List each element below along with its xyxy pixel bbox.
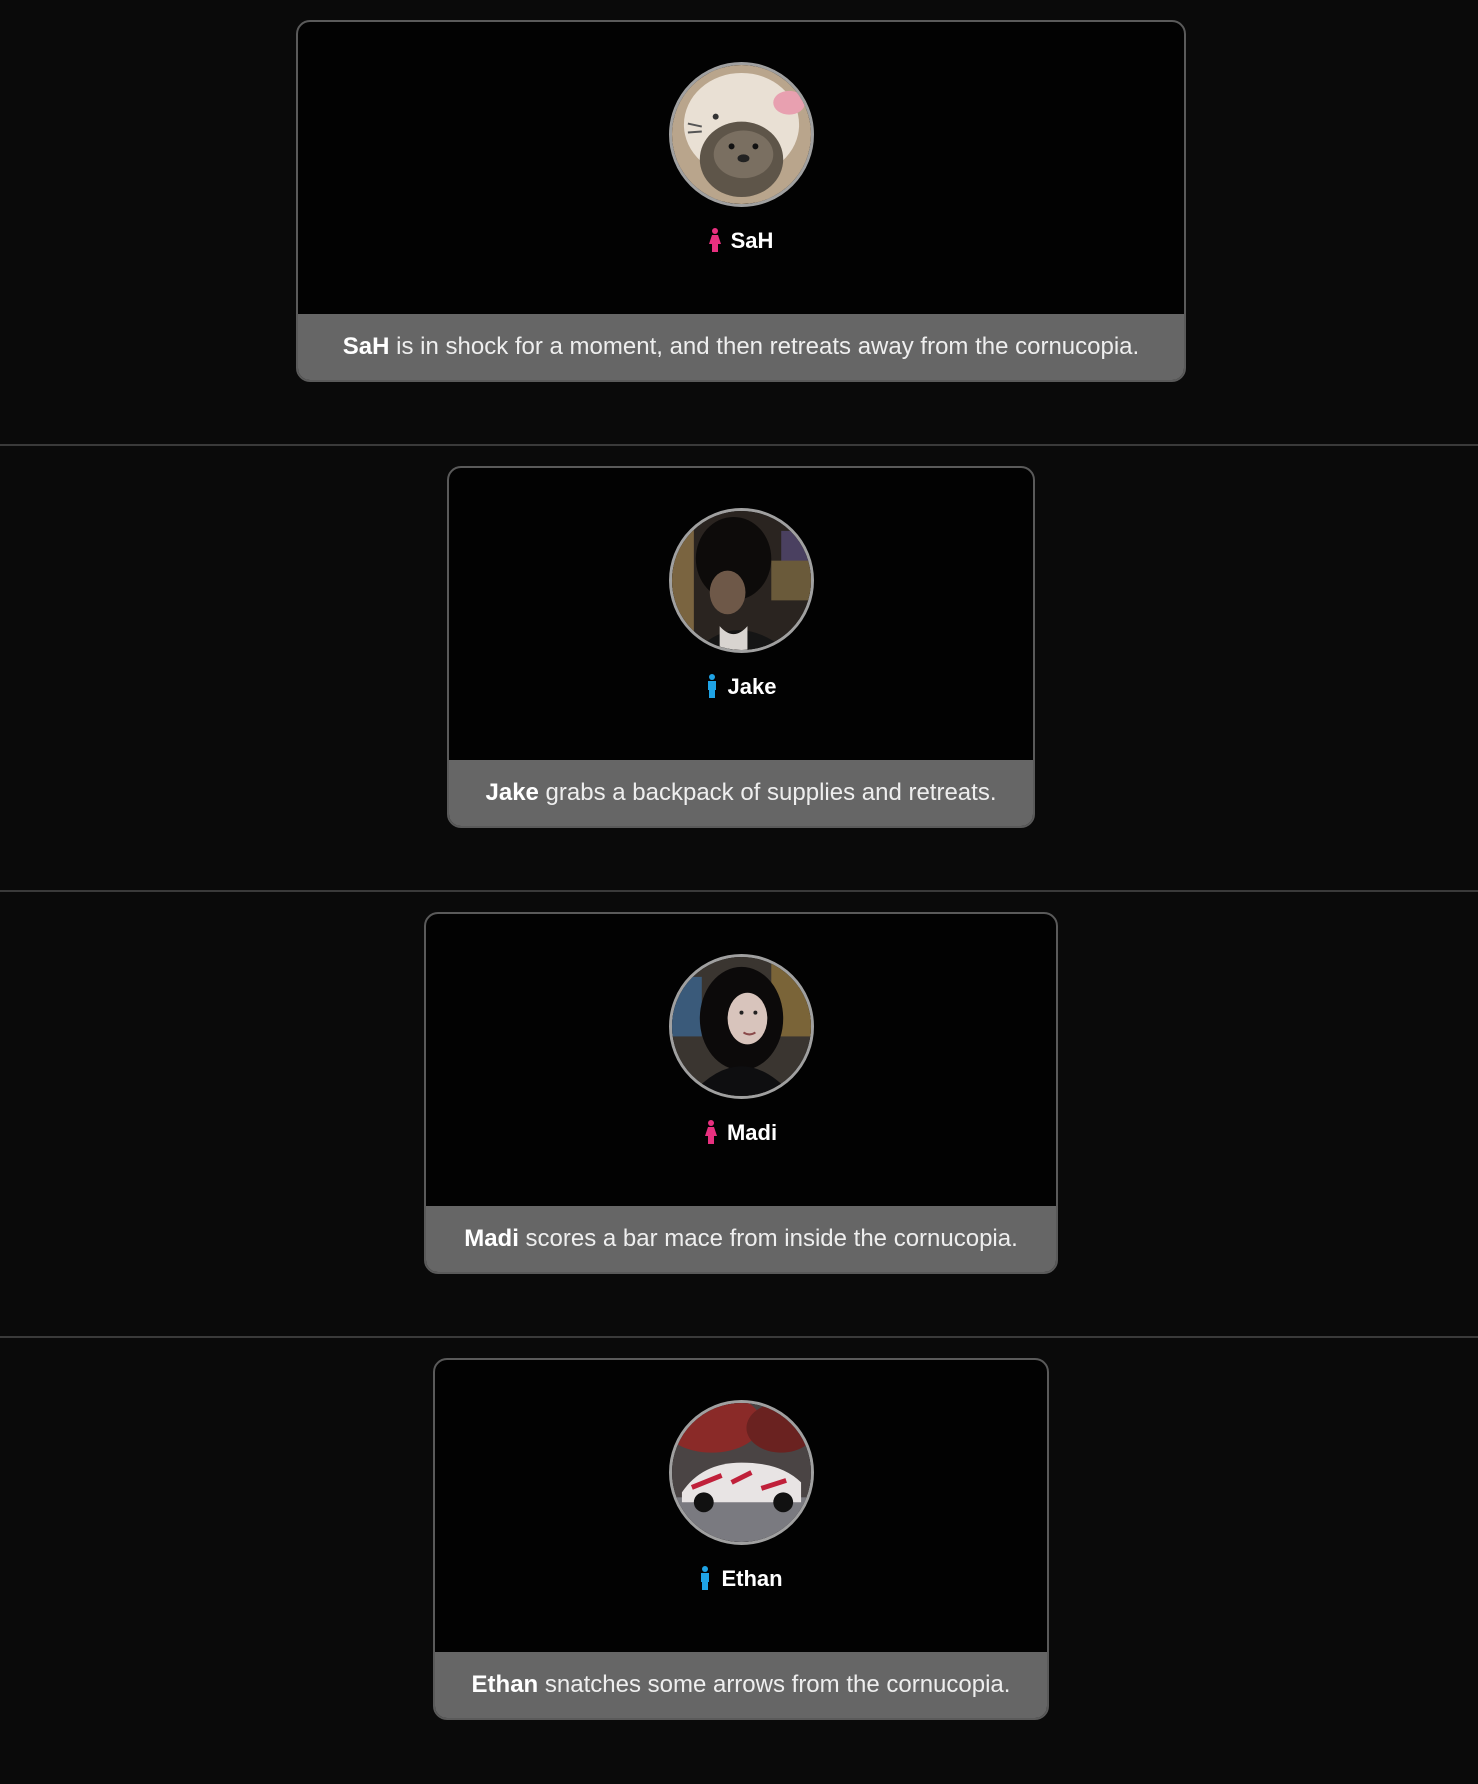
caption-name: SaH — [342, 333, 390, 360]
male-icon — [699, 1566, 711, 1591]
tribute-name: Ethan — [721, 1566, 783, 1591]
event-caption: SaH is in shock for a moment, and then r… — [298, 314, 1184, 380]
event-card: Madi Madi scores a bar mace from inside … — [424, 912, 1058, 1274]
tribute-name-row: SaH — [298, 227, 1184, 255]
tribute-name: SaH — [730, 228, 774, 253]
event-section-3: Madi Madi scores a bar mace from inside … — [0, 892, 1478, 1338]
caption-action: is in shock for a moment, and then retre… — [389, 333, 1140, 360]
event-section-1: SaH SaH is in shock for a moment, and th… — [0, 0, 1478, 446]
woman-portrait-avatar — [669, 954, 814, 1099]
tribute-name-row: Jake — [449, 673, 1033, 701]
tribute-name-row: Madi — [426, 1119, 1056, 1147]
event-section-4: Ethan Ethan snatches some arrows from th… — [0, 1338, 1478, 1784]
tribute-name: Madi — [726, 1120, 778, 1145]
dark-haired-person-avatar — [669, 508, 814, 653]
tribute-name: Jake — [727, 674, 777, 699]
caption-name: Madi — [464, 1225, 519, 1252]
caption-action: grabs a backpack of supplies and retreat… — [538, 779, 997, 806]
male-icon — [706, 674, 718, 699]
event-caption: Jake grabs a backpack of supplies and re… — [449, 760, 1033, 826]
female-icon — [708, 228, 721, 253]
tribute-name-row: Ethan — [435, 1565, 1047, 1593]
caption-name: Ethan — [471, 1671, 539, 1698]
red-white-car-avatar — [669, 1400, 814, 1545]
female-icon — [704, 1120, 717, 1145]
event-caption: Madi scores a bar mace from inside the c… — [426, 1206, 1056, 1272]
event-card: Jake Jake grabs a backpack of supplies a… — [447, 466, 1035, 828]
caption-name: Jake — [485, 779, 539, 806]
event-card: Ethan Ethan snatches some arrows from th… — [433, 1358, 1049, 1720]
event-caption: Ethan snatches some arrows from the corn… — [435, 1652, 1047, 1718]
otter-avatar — [669, 62, 814, 207]
caption-action: snatches some arrows from the cornucopia… — [538, 1671, 1011, 1698]
event-card: SaH SaH is in shock for a moment, and th… — [296, 20, 1186, 382]
caption-action: scores a bar mace from inside the cornuc… — [518, 1225, 1018, 1252]
event-section-2: Jake Jake grabs a backpack of supplies a… — [0, 446, 1478, 892]
